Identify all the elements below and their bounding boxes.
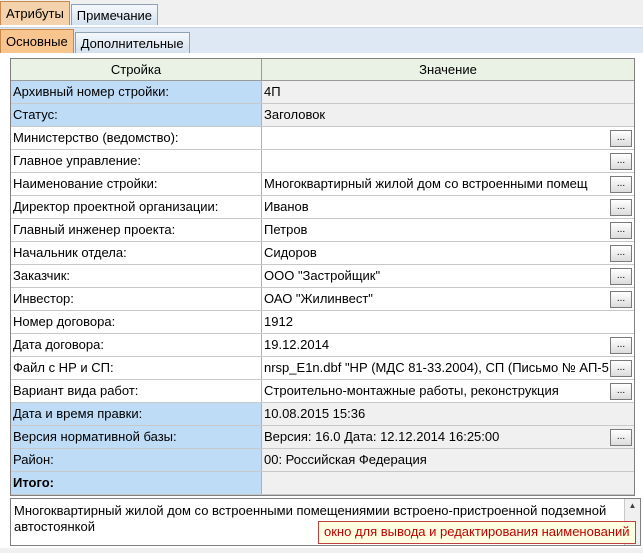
row-value: Петров <box>264 222 308 237</box>
top-tab-bar: Атрибуты Примечание <box>0 0 643 25</box>
total-label: Итого: <box>11 472 262 494</box>
row-value: 4П <box>264 84 281 99</box>
table-row[interactable]: Директор проектной организации: Иванов... <box>11 196 634 219</box>
row-value: ОАО "Жилинвест" <box>264 291 373 306</box>
table-row[interactable]: Вариант вида работ: Строительно-монтажные… <box>11 380 634 403</box>
row-value-cell: 10.08.2015 15:36 <box>262 403 634 425</box>
row-value: 00: Российская Федерация <box>264 452 427 467</box>
memo-tooltip: окно для вывода и редактирования наимено… <box>318 521 636 544</box>
table-row[interactable]: Версия нормативной базы: Версия: 16.0 Дат… <box>11 426 634 449</box>
row-value: Строительно-монтажные работы, реконструк… <box>264 383 559 398</box>
ellipsis-button[interactable]: ... <box>610 268 632 285</box>
column-header-value[interactable]: Значение <box>262 59 634 80</box>
row-label: Номер договора: <box>11 311 262 333</box>
sub-tab-bar: Основные Дополнительные <box>0 27 643 53</box>
row-label: Главный инженер проекта: <box>11 219 262 241</box>
row-value: Иванов <box>264 199 309 214</box>
table-row[interactable]: Дата и время правки: 10.08.2015 15:36 <box>11 403 634 426</box>
row-value-cell[interactable]: ОАО "Жилинвест"... <box>262 288 634 310</box>
row-label: Заказчик: <box>11 265 262 287</box>
row-label: Статус: <box>11 104 262 126</box>
row-value-cell[interactable]: Строительно-монтажные работы, реконструк… <box>262 380 634 402</box>
total-row: Итого: <box>11 472 634 495</box>
row-value-cell[interactable]: ООО "Застройщик"... <box>262 265 634 287</box>
row-label: Дата и время правки: <box>11 403 262 425</box>
row-value: ООО "Застройщик" <box>264 268 381 283</box>
row-label: Начальник отдела: <box>11 242 262 264</box>
table-row[interactable]: Наименование стройки: Многоквартирный жил… <box>11 173 634 196</box>
ellipsis-button[interactable]: ... <box>610 176 632 193</box>
ellipsis-button[interactable]: ... <box>610 429 632 446</box>
ellipsis-button[interactable]: ... <box>610 153 632 170</box>
ellipsis-button[interactable]: ... <box>610 383 632 400</box>
row-label: Архивный номер стройки: <box>11 81 262 103</box>
row-value: Сидоров <box>264 245 317 260</box>
row-value-cell: Версия: 16.0 Дата: 12.12.2014 16:25:00..… <box>262 426 634 448</box>
table-row[interactable]: Номер договора: 1912 <box>11 311 634 334</box>
row-value: 10.08.2015 15:36 <box>264 406 366 421</box>
ellipsis-button[interactable]: ... <box>610 222 632 239</box>
row-value-cell: 4П <box>262 81 634 103</box>
grid-header: Стройка Значение <box>11 59 634 81</box>
ellipsis-button[interactable]: ... <box>610 291 632 308</box>
status-strip <box>0 548 643 553</box>
row-label: Вариант вида работ: <box>11 380 262 402</box>
row-value-cell[interactable]: ... <box>262 150 634 172</box>
table-row[interactable]: Дата договора: 19.12.2014... <box>11 334 634 357</box>
row-value-cell[interactable]: 1912 <box>262 311 634 333</box>
row-label: Район: <box>11 449 262 471</box>
row-label: Дата договора: <box>11 334 262 356</box>
tab-additional[interactable]: Дополнительные <box>74 32 190 53</box>
tab-attributes[interactable]: Атрибуты <box>0 1 70 25</box>
row-label: Директор проектной организации: <box>11 196 262 218</box>
grid-rows: Архивный номер стройки: 4П Статус: Заголово… <box>11 81 634 495</box>
ellipsis-button[interactable]: ... <box>610 245 632 262</box>
row-label: Версия нормативной базы: <box>11 426 262 448</box>
total-value <box>262 472 634 494</box>
row-value: 19.12.2014 <box>264 337 330 352</box>
row-value: nrsp_E1n.dbf "НР (МДС 81-33.2004), СП (П… <box>264 360 609 375</box>
row-label: Файл с НР и СП: <box>11 357 262 379</box>
table-row[interactable]: Главный инженер проекта: Петров... <box>11 219 634 242</box>
row-value-cell[interactable]: 19.12.2014... <box>262 334 634 356</box>
column-header-construction[interactable]: Стройка <box>11 59 262 80</box>
row-value: Многоквартирный жилой дом со встроенными… <box>264 176 588 191</box>
row-value: Версия: 16.0 Дата: 12.12.2014 16:25:00 <box>264 429 500 444</box>
ellipsis-button[interactable]: ... <box>610 337 632 354</box>
row-value: 1912 <box>264 314 293 329</box>
tab-basic[interactable]: Основные <box>0 29 74 53</box>
ellipsis-button[interactable]: ... <box>610 130 632 147</box>
table-row[interactable]: Заказчик: ООО "Застройщик"... <box>11 265 634 288</box>
scroll-up-icon[interactable]: ▲ <box>625 499 640 513</box>
row-value-cell[interactable]: Многоквартирный жилой дом со встроенными… <box>262 173 634 195</box>
row-value-cell[interactable]: Сидоров... <box>262 242 634 264</box>
row-label: Главное управление: <box>11 150 262 172</box>
table-row[interactable]: Файл с НР и СП: nrsp_E1n.dbf "НР (МДС 81-… <box>11 357 634 380</box>
row-value-cell[interactable]: Иванов... <box>262 196 634 218</box>
table-row[interactable]: Начальник отдела: Сидоров... <box>11 242 634 265</box>
table-row[interactable]: Инвестор: ОАО "Жилинвест"... <box>11 288 634 311</box>
ellipsis-button[interactable]: ... <box>610 360 632 377</box>
row-value: Заголовок <box>264 107 326 122</box>
table-row[interactable]: Главное управление:... <box>11 150 634 173</box>
row-label: Министерство (ведомство): <box>11 127 262 149</box>
table-row[interactable]: Министерство (ведомство):... <box>11 127 634 150</box>
table-row[interactable]: Архивный номер стройки: 4П <box>11 81 634 104</box>
tab-notes[interactable]: Примечание <box>70 4 159 25</box>
attributes-grid: Стройка Значение Архивный номер стройки:… <box>10 58 635 496</box>
table-row[interactable]: Район: 00: Российская Федерация <box>11 449 634 472</box>
row-value-cell[interactable]: ... <box>262 127 634 149</box>
table-row[interactable]: Статус: Заголовок <box>11 104 634 127</box>
ellipsis-button[interactable]: ... <box>610 199 632 216</box>
row-value-cell: Заголовок <box>262 104 634 126</box>
row-label: Инвестор: <box>11 288 262 310</box>
row-label: Наименование стройки: <box>11 173 262 195</box>
row-value-cell[interactable]: Петров... <box>262 219 634 241</box>
row-value-cell: 00: Российская Федерация <box>262 449 634 471</box>
row-value-cell[interactable]: nrsp_E1n.dbf "НР (МДС 81-33.2004), СП (П… <box>262 357 634 379</box>
